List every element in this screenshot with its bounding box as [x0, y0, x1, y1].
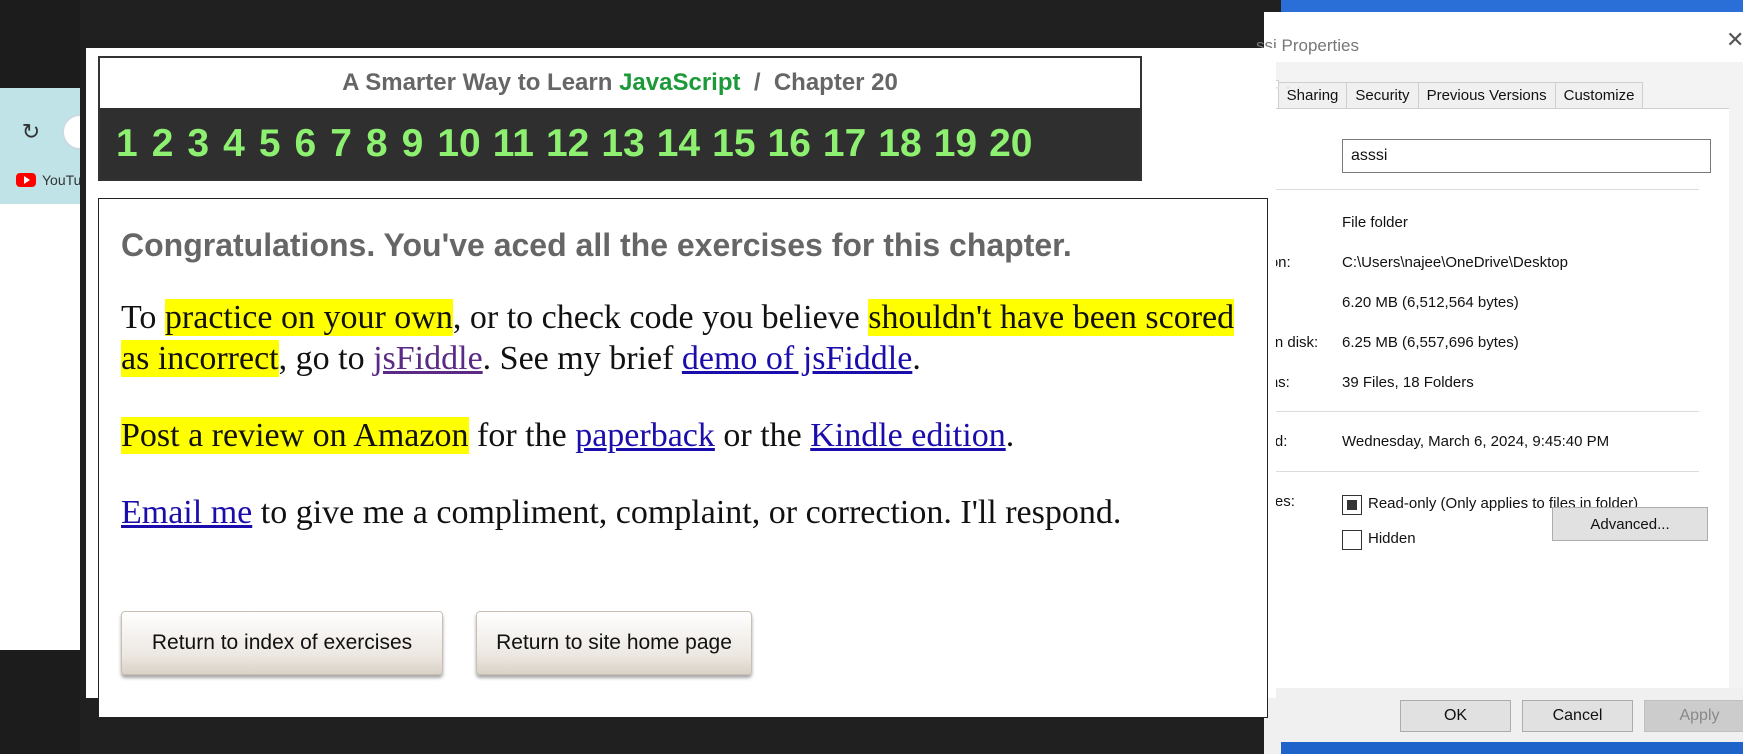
- text: To: [121, 299, 165, 336]
- chapter-link-11[interactable]: 11: [493, 122, 534, 166]
- advanced-button[interactable]: Advanced...: [1552, 507, 1708, 541]
- chapter-link-7[interactable]: 7: [330, 122, 352, 166]
- paperback-link[interactable]: paperback: [575, 417, 715, 454]
- tab-previous-versions[interactable]: Previous Versions: [1417, 82, 1556, 108]
- email-paragraph: Email me to give me a compliment, compla…: [121, 492, 1141, 533]
- tab-security[interactable]: Security: [1346, 82, 1419, 108]
- chapter-link-2[interactable]: 2: [152, 122, 174, 166]
- divider: [1244, 471, 1699, 472]
- row-value: Wednesday, March 6, 2024, 9:45:40 PM: [1342, 433, 1610, 450]
- chapter-link-8[interactable]: 8: [366, 122, 388, 166]
- practice-paragraph: To practice on your own, or to check cod…: [121, 297, 1251, 379]
- text: to give me a compliment, complaint, or c…: [252, 494, 1122, 531]
- chapter-nav: 1 2 3 4 5 6 7 8 9 10 11 12 13 14 15 16 1…: [100, 108, 1140, 179]
- chapter-link-14[interactable]: 14: [657, 122, 700, 166]
- highlight-practice: practice on your own: [164, 299, 453, 336]
- congrats-heading: Congratulations. You've aced all the exe…: [121, 227, 1072, 263]
- divider: [1244, 411, 1699, 412]
- apply-button[interactable]: Apply: [1644, 700, 1743, 732]
- browser-content: [0, 204, 84, 650]
- return-home-button[interactable]: Return to site home page: [476, 611, 752, 675]
- chapter-link-18[interactable]: 18: [878, 122, 921, 166]
- chapter-link-5[interactable]: 5: [259, 122, 281, 166]
- chapter-link-15[interactable]: 15: [712, 122, 755, 166]
- chapter-link-12[interactable]: 12: [546, 122, 589, 166]
- chapter-link-19[interactable]: 19: [934, 122, 977, 166]
- row-contains: tains: 39 Files, 18 Folders: [1244, 374, 1724, 396]
- desktop-background: [1281, 0, 1743, 12]
- review-paragraph: Post a review on Amazon for the paperbac…: [121, 415, 1251, 456]
- text: . See my brief: [482, 340, 682, 377]
- taskbar-edge: [1281, 742, 1743, 754]
- text: for the: [468, 417, 576, 454]
- chapter-link-17[interactable]: 17: [823, 122, 866, 166]
- properties-dialog: ssi Properties ✕ ral Sharing Security Pr…: [1244, 12, 1743, 754]
- readonly-checkbox[interactable]: [1342, 495, 1362, 515]
- chapter-link-16[interactable]: 16: [768, 122, 811, 166]
- youtube-icon: [16, 173, 36, 187]
- dialog-title-bar: ssi Properties ✕: [1256, 12, 1743, 62]
- hidden-checkbox[interactable]: [1342, 530, 1362, 550]
- cancel-button[interactable]: Cancel: [1522, 700, 1633, 732]
- general-panel: e: File folder ation: C:\Users\najee\One…: [1244, 108, 1729, 688]
- chapter-link-6[interactable]: 6: [295, 122, 317, 166]
- chapter-link-20[interactable]: 20: [989, 122, 1032, 166]
- row-value: 39 Files, 18 Folders: [1342, 374, 1474, 391]
- folder-name-input[interactable]: [1342, 139, 1711, 173]
- row-created: ated: Wednesday, March 6, 2024, 9:45:40 …: [1244, 433, 1724, 455]
- demo-jsfiddle-link[interactable]: demo of jsFiddle: [682, 340, 912, 377]
- dialog-tabs: ral Sharing Security Previous Versions C…: [1244, 80, 1644, 108]
- divider: [1244, 189, 1699, 190]
- text: , or to check code you believe: [452, 299, 869, 336]
- highlight-review: Post a review on Amazon: [121, 417, 469, 454]
- title-chapter: / Chapter 20: [740, 69, 898, 96]
- text: .: [912, 340, 921, 377]
- jsfiddle-link[interactable]: jsFiddle: [373, 340, 483, 377]
- row-type: e: File folder: [1244, 214, 1724, 236]
- chapter-link-13[interactable]: 13: [601, 122, 644, 166]
- banner-title: A Smarter Way to Learn JavaScript / Chap…: [100, 58, 1140, 108]
- ok-button[interactable]: OK: [1400, 700, 1511, 732]
- row-size: e: 6.20 MB (6,512,564 bytes): [1244, 294, 1724, 316]
- reload-icon[interactable]: ↻: [18, 120, 44, 146]
- row-size-on-disk: e on disk: 6.25 MB (6,557,696 bytes): [1244, 334, 1724, 356]
- title-javascript: JavaScript: [619, 69, 741, 96]
- return-index-button[interactable]: Return to index of exercises: [121, 611, 443, 675]
- tab-customize[interactable]: Customize: [1554, 82, 1644, 108]
- row-value: C:\Users\najee\OneDrive\Desktop: [1342, 254, 1568, 271]
- close-icon[interactable]: ✕: [1726, 28, 1743, 53]
- row-value: 6.25 MB (6,557,696 bytes): [1342, 334, 1519, 351]
- chapter-link-9[interactable]: 9: [402, 122, 424, 166]
- title-prefix: A Smarter Way to Learn: [342, 69, 620, 96]
- hidden-label: Hidden: [1368, 530, 1416, 547]
- chapter-link-4[interactable]: 4: [223, 122, 245, 166]
- row-value: File folder: [1342, 214, 1408, 231]
- row-value: 6.20 MB (6,512,564 bytes): [1342, 294, 1519, 311]
- chapter-link-1[interactable]: 1: [116, 122, 138, 166]
- background-browser-window: ↻ YouTu: [0, 0, 98, 650]
- exercise-window: A Smarter Way to Learn JavaScript / Chap…: [86, 48, 1276, 718]
- row-location: ation: C:\Users\najee\OneDrive\Desktop: [1244, 254, 1724, 276]
- completion-box: Congratulations. You've aced all the exe…: [98, 198, 1268, 718]
- bookmark-label: YouTu: [42, 172, 82, 188]
- kindle-link[interactable]: Kindle edition: [810, 417, 1005, 454]
- bookmark-youtube[interactable]: YouTu: [16, 170, 81, 190]
- chapter-banner: A Smarter Way to Learn JavaScript / Chap…: [98, 56, 1142, 181]
- chapter-link-3[interactable]: 3: [187, 122, 209, 166]
- email-link[interactable]: Email me: [121, 494, 252, 531]
- text: or the: [714, 417, 811, 454]
- text: .: [1005, 417, 1015, 454]
- text: , go to: [278, 340, 374, 377]
- chapter-link-10[interactable]: 10: [437, 122, 480, 166]
